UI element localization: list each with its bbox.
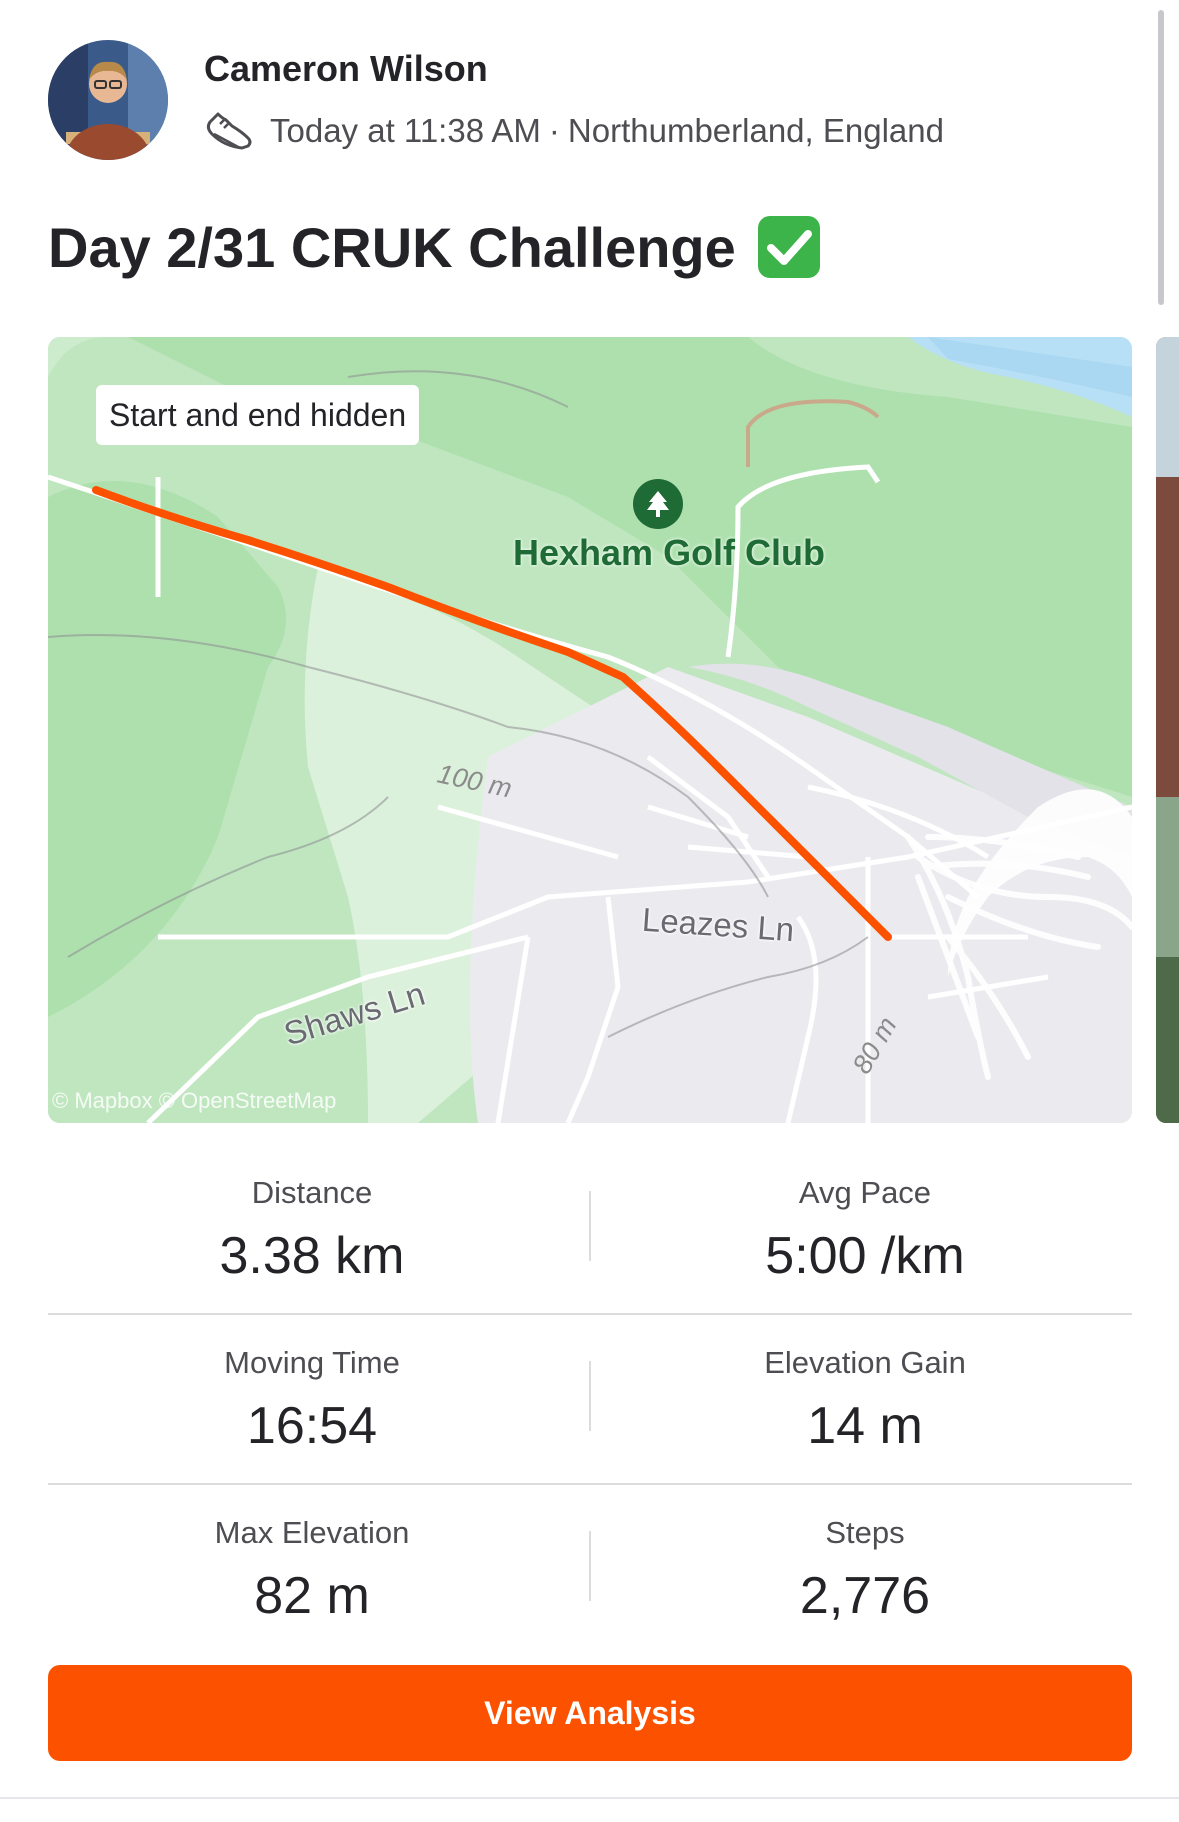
avatar[interactable] xyxy=(48,40,168,160)
activity-location: Northumberland, England xyxy=(567,112,944,149)
stat-value-max-elevation: 82 m xyxy=(254,1567,370,1625)
divider xyxy=(0,1797,1179,1799)
stat-value-avg-pace: 5:00 /km xyxy=(765,1227,965,1285)
stat-label-steps: Steps xyxy=(825,1515,905,1550)
stat-value-distance: 3.38 km xyxy=(219,1227,405,1285)
view-analysis-button[interactable]: View Analysis xyxy=(48,1665,1132,1761)
activity-title[interactable]: Day 2/31 CRUK Challenge xyxy=(48,215,736,280)
stat-value-steps: 2,776 xyxy=(799,1567,931,1625)
stat-label-elevation-gain: Elevation Gain xyxy=(764,1345,966,1380)
privacy-label: Start and end hidden xyxy=(96,385,420,445)
activity-meta: Today at 11:38 AM · Northumberland, Engl… xyxy=(204,108,944,154)
stat-label-moving-time: Moving Time xyxy=(224,1345,400,1380)
athlete-name[interactable]: Cameron Wilson xyxy=(204,48,488,90)
divider xyxy=(589,1531,591,1601)
map-attribution[interactable]: © Mapbox © OpenStreetMap xyxy=(52,1088,336,1114)
tree-icon xyxy=(633,479,683,529)
divider xyxy=(589,1191,591,1261)
poi-name: Hexham Golf Club xyxy=(513,532,826,573)
divider xyxy=(48,1483,1132,1485)
next-photo-preview[interactable] xyxy=(1156,337,1179,1123)
activity-title-row[interactable]: Day 2/31 CRUK Challenge xyxy=(48,214,822,280)
stat-label-max-elevation: Max Elevation xyxy=(214,1515,410,1550)
check-mark-button-icon xyxy=(757,216,820,278)
divider xyxy=(48,1313,1132,1315)
divider xyxy=(589,1361,591,1431)
stat-label-avg-pace: Avg Pace xyxy=(798,1175,932,1210)
route-map[interactable] xyxy=(48,337,1132,1123)
activity-timestamp: Today at 11:38 AM xyxy=(270,112,541,149)
stat-value-elevation-gain: 14 m xyxy=(807,1397,923,1455)
stat-label-distance: Distance xyxy=(251,1175,373,1210)
scrollbar[interactable] xyxy=(1158,10,1164,305)
stat-value-moving-time: 16:54 xyxy=(246,1397,378,1455)
shoe-icon xyxy=(206,112,252,150)
meta-separator: · xyxy=(548,112,560,149)
